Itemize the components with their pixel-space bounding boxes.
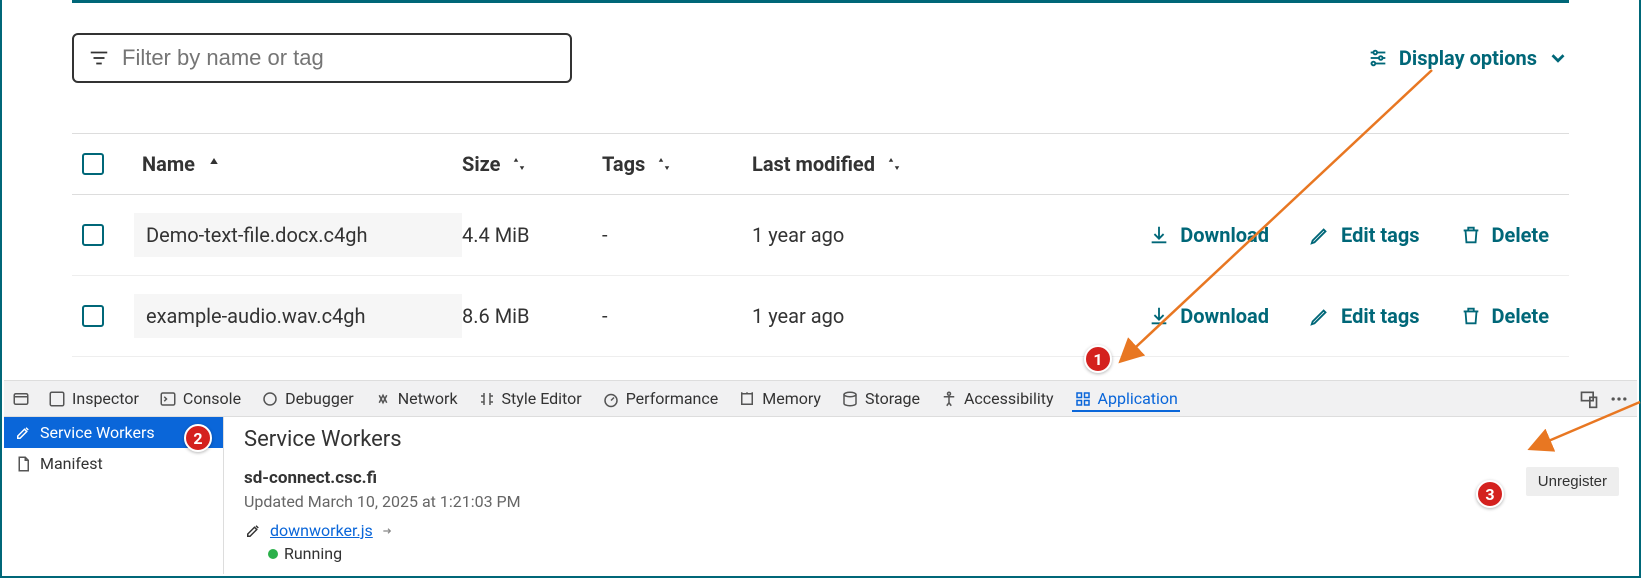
col-name[interactable]: Name (142, 152, 462, 176)
return-icon (381, 524, 395, 538)
sort-both-icon (655, 155, 673, 173)
inspector-icon (48, 390, 66, 408)
tools-icon (244, 522, 262, 540)
sidebar-item-label: Service Workers (40, 423, 155, 442)
file-size: 8.6 MiB (462, 304, 602, 328)
file-tags: - (602, 223, 752, 247)
tab-memory[interactable]: Memory (736, 385, 823, 412)
delete-label: Delete (1492, 304, 1549, 328)
sw-status: Running (268, 544, 1617, 563)
delete-button[interactable]: Delete (1460, 304, 1549, 328)
sort-asc-icon (205, 155, 223, 173)
annotation-arrow-1 (1102, 60, 1442, 370)
tab-label: Style Editor (502, 389, 582, 408)
col-tags-label: Tags (602, 152, 645, 176)
tab-performance[interactable]: Performance (600, 385, 721, 412)
annotation-badge-3: 3 (1476, 480, 1504, 508)
application-icon (1074, 390, 1092, 408)
tab-debugger[interactable]: Debugger (259, 385, 356, 412)
tab-accessibility[interactable]: Accessibility (938, 385, 1056, 412)
annotation-badge-1: 1 (1084, 345, 1112, 373)
col-size-label: Size (462, 152, 500, 176)
row-checkbox[interactable] (82, 224, 104, 246)
tab-storage[interactable]: Storage (839, 385, 922, 412)
storage-icon (841, 390, 859, 408)
tab-application[interactable]: Application (1072, 385, 1180, 412)
col-modified[interactable]: Last modified (752, 152, 992, 176)
col-modified-label: Last modified (752, 152, 875, 176)
col-name-label: Name (142, 152, 195, 176)
file-size: 4.4 MiB (462, 223, 602, 247)
col-tags[interactable]: Tags (602, 152, 752, 176)
tab-label: Memory (762, 389, 821, 408)
annotation-badge-2: 2 (184, 424, 212, 452)
devtools-tabs: Inspector Console Debugger Network Style… (4, 381, 1637, 417)
sw-updated: Updated March 10, 2025 at 1:21:03 PM (244, 492, 1617, 511)
sw-host: sd-connect.csc.fi (244, 468, 1617, 488)
sort-both-icon (885, 155, 903, 173)
tab-style-editor[interactable]: Style Editor (476, 385, 584, 412)
document-icon (14, 455, 32, 473)
sort-both-icon (510, 155, 528, 173)
tools-icon (14, 424, 32, 442)
filter-icon (88, 47, 110, 69)
filter-input-wrap[interactable] (72, 33, 572, 83)
tab-console[interactable]: Console (157, 385, 243, 412)
sidebar-item-label: Manifest (40, 454, 103, 473)
network-icon (374, 390, 392, 408)
delete-label: Delete (1492, 223, 1549, 247)
sw-worker-row: downworker.js (244, 521, 1617, 540)
annotation-arrow-3 (1512, 400, 1641, 460)
file-tags: - (602, 304, 752, 328)
status-dot-icon (268, 549, 278, 559)
file-modified: 1 year ago (752, 304, 992, 328)
delete-button[interactable]: Delete (1460, 223, 1549, 247)
col-size[interactable]: Size (462, 152, 602, 176)
performance-icon (602, 390, 620, 408)
sw-running-label: Running (284, 544, 342, 563)
tab-label: Debugger (285, 389, 354, 408)
sw-title: Service Workers (244, 427, 1617, 452)
memory-icon (738, 390, 756, 408)
chevron-down-icon (1547, 47, 1569, 69)
tab-network[interactable]: Network (372, 385, 460, 412)
console-icon (159, 390, 177, 408)
sw-worker-link[interactable]: downworker.js (270, 521, 373, 540)
filter-input[interactable] (122, 45, 556, 71)
tab-label: Performance (626, 389, 719, 408)
tab-label: Network (398, 389, 458, 408)
file-name: Demo-text-file.docx.c4gh (134, 213, 462, 257)
dock-icon[interactable] (12, 390, 30, 408)
tab-label: Storage (865, 389, 920, 408)
devtools-main: Service Workers sd-connect.csc.fi Update… (224, 417, 1637, 574)
style-icon (478, 390, 496, 408)
select-all-checkbox[interactable] (82, 153, 104, 175)
file-name: example-audio.wav.c4gh (134, 294, 462, 338)
accessibility-icon (940, 390, 958, 408)
trash-icon (1460, 224, 1482, 246)
tab-label: Accessibility (964, 389, 1054, 408)
debugger-icon (261, 390, 279, 408)
tab-label: Application (1098, 389, 1178, 408)
devtools-panel: Inspector Console Debugger Network Style… (4, 380, 1637, 574)
row-checkbox[interactable] (82, 305, 104, 327)
tab-label: Console (183, 389, 241, 408)
tab-label: Inspector (72, 389, 139, 408)
sidebar-item-manifest[interactable]: Manifest (4, 448, 223, 479)
trash-icon (1460, 305, 1482, 327)
file-modified: 1 year ago (752, 223, 992, 247)
tab-inspector[interactable]: Inspector (46, 385, 141, 412)
unregister-button[interactable]: Unregister (1526, 467, 1619, 496)
